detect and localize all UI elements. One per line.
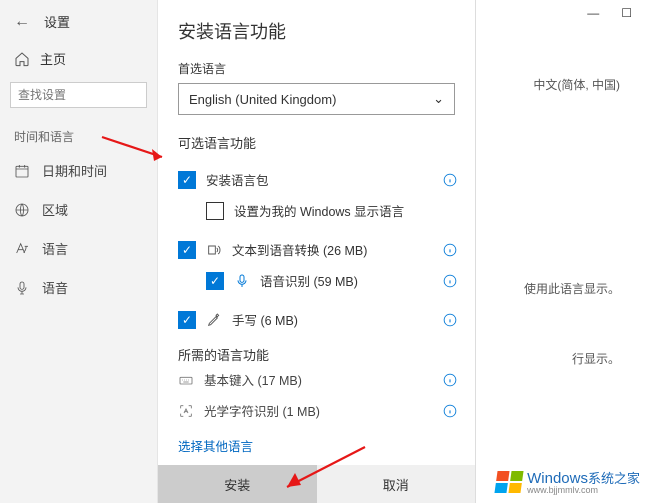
speech-checkbox[interactable] bbox=[206, 272, 224, 290]
microphone-icon bbox=[14, 280, 30, 296]
search-container bbox=[10, 82, 147, 108]
dialog-buttons: 安装 取消 bbox=[158, 465, 475, 503]
sidebar-item-label: 区域 bbox=[42, 200, 68, 219]
required-features-label: 所需的语言功能 bbox=[158, 335, 475, 364]
chevron-down-icon: ⌄ bbox=[433, 91, 444, 107]
cancel-button[interactable]: 取消 bbox=[317, 465, 476, 503]
sidebar-item-label: 日期和时间 bbox=[42, 161, 107, 180]
settings-sidebar: ← 设置 主页 时间和语言 日期和时间 区域 语言 bbox=[0, 0, 158, 503]
sidebar-item-region[interactable]: 区域 bbox=[0, 190, 157, 229]
install-language-dialog: 安装语言功能 首选语言 English (United Kingdom) ⌄ 可… bbox=[158, 0, 476, 503]
keyboard-icon bbox=[178, 372, 194, 388]
sidebar-item-label: 语音 bbox=[42, 278, 68, 297]
row-install-pack: 安装语言包 bbox=[158, 164, 475, 195]
info-icon[interactable] bbox=[443, 404, 457, 418]
calendar-icon bbox=[14, 163, 30, 179]
microphone-icon bbox=[234, 273, 250, 289]
typing-label: 基本键入 (17 MB) bbox=[204, 370, 302, 389]
install-pack-label: 安装语言包 bbox=[206, 170, 269, 189]
language-icon bbox=[14, 241, 30, 257]
row-tts: 文本到语音转换 (26 MB) bbox=[158, 234, 475, 265]
row-set-display: 设置为我的 Windows 显示语言 bbox=[158, 195, 475, 226]
info-icon[interactable] bbox=[443, 313, 457, 327]
install-pack-checkbox[interactable] bbox=[178, 171, 196, 189]
handwriting-label: 手写 (6 MB) bbox=[232, 310, 298, 329]
preferred-language-label: 首选语言 bbox=[158, 56, 475, 83]
bg-text-display: 使用此语言显示。 bbox=[524, 280, 620, 297]
install-button[interactable]: 安装 bbox=[158, 465, 317, 503]
row-speech: 语音识别 (59 MB) bbox=[158, 265, 475, 296]
language-select[interactable]: English (United Kingdom) ⌄ bbox=[178, 83, 455, 115]
handwriting-checkbox[interactable] bbox=[178, 311, 196, 329]
selected-language-text: English (United Kingdom) bbox=[189, 92, 336, 107]
sidebar-item-label: 语言 bbox=[42, 239, 68, 258]
row-handwriting: 手写 (6 MB) bbox=[158, 304, 475, 335]
search-input[interactable] bbox=[10, 82, 147, 108]
row-typing: 基本键入 (17 MB) bbox=[158, 364, 475, 395]
minimize-icon[interactable]: — bbox=[587, 6, 599, 20]
info-icon[interactable] bbox=[443, 274, 457, 288]
home-label: 主页 bbox=[40, 49, 66, 68]
settings-title: 设置 bbox=[44, 12, 70, 31]
windows-logo-icon bbox=[495, 471, 524, 493]
globe-icon bbox=[14, 202, 30, 218]
watermark: Windows系统之家 www.bjjmmlv.com bbox=[496, 468, 640, 495]
watermark-tagline: 系统之家 bbox=[588, 471, 640, 486]
choose-other-language-link[interactable]: 选择其他语言 bbox=[158, 426, 475, 465]
row-ocr: 光学字符识别 (1 MB) bbox=[158, 395, 475, 426]
bg-text-row: 行显示。 bbox=[572, 350, 620, 367]
home-icon bbox=[14, 51, 30, 67]
handwriting-icon bbox=[206, 312, 222, 328]
back-arrow-icon[interactable]: ← bbox=[14, 13, 30, 31]
main-area: — ☐ 中文(简体, 中国) 使用此语言显示。 行显示。 安装语言功能 首选语言… bbox=[158, 0, 650, 503]
maximize-icon[interactable]: ☐ bbox=[621, 6, 632, 20]
sidebar-item-datetime[interactable]: 日期和时间 bbox=[0, 151, 157, 190]
optional-features-label: 可选语言功能 bbox=[158, 129, 475, 164]
set-display-label: 设置为我的 Windows 显示语言 bbox=[234, 201, 404, 220]
bg-text-language: 中文(简体, 中国) bbox=[533, 76, 620, 93]
sidebar-item-speech[interactable]: 语音 bbox=[0, 268, 157, 307]
info-icon[interactable] bbox=[443, 173, 457, 187]
tts-checkbox[interactable] bbox=[178, 241, 196, 259]
tts-label: 文本到语音转换 (26 MB) bbox=[232, 240, 367, 259]
ocr-icon bbox=[178, 403, 194, 419]
sidebar-item-language[interactable]: 语言 bbox=[0, 229, 157, 268]
section-label: 时间和语言 bbox=[0, 120, 157, 151]
window-controls: — ☐ bbox=[587, 6, 632, 20]
ocr-label: 光学字符识别 (1 MB) bbox=[204, 401, 320, 420]
home-nav[interactable]: 主页 bbox=[0, 41, 157, 78]
tts-icon bbox=[206, 242, 222, 258]
info-icon[interactable] bbox=[443, 373, 457, 387]
dialog-title: 安装语言功能 bbox=[158, 18, 475, 56]
speech-label: 语音识别 (59 MB) bbox=[260, 271, 358, 290]
set-display-checkbox[interactable] bbox=[206, 202, 224, 220]
info-icon[interactable] bbox=[443, 243, 457, 257]
